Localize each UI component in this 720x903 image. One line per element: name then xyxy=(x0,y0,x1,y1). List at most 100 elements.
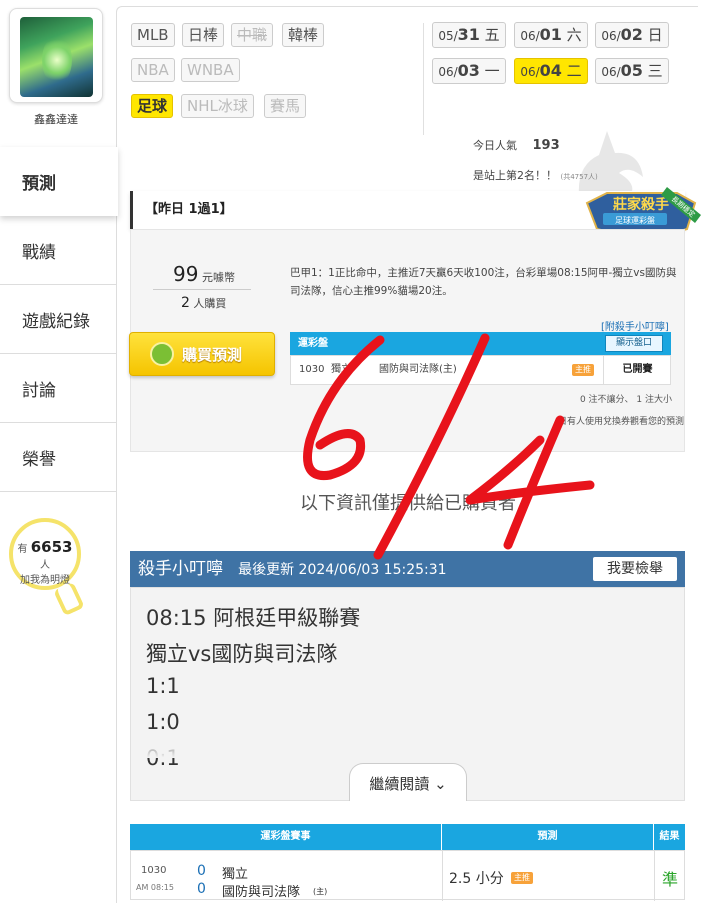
price-value: 99 xyxy=(173,262,199,286)
date-day: 04 xyxy=(539,61,562,80)
main-pick-tag: 主推 xyxy=(511,872,533,884)
username[interactable]: 鑫鑫達達 xyxy=(0,111,112,127)
date-tab-0603[interactable]: 06/03 一 xyxy=(432,58,506,84)
sport-tab-nba[interactable]: NBA xyxy=(131,58,175,82)
show-odds-button[interactable]: 顯示盤口 xyxy=(605,335,663,352)
report-button[interactable]: 我要檢舉 xyxy=(593,557,677,581)
divider xyxy=(654,851,655,901)
team-away: 獨立 xyxy=(331,364,351,375)
sidebar: 鑫鑫達達 預測 戰績 遊戲紀錄 討論 榮譽 有 6653 人 加我為明燈 xyxy=(0,0,118,903)
match-code: 1030 xyxy=(299,364,325,375)
match-code: 1030 xyxy=(141,865,167,876)
avatar[interactable] xyxy=(20,17,93,97)
date-day: 31 xyxy=(457,25,480,44)
popularity-rank-text: 是站上第2名！！ xyxy=(473,169,557,182)
col-match: 運彩盤賽事 xyxy=(260,831,311,842)
fans-count: 6653 xyxy=(30,538,73,556)
follow-lightbulb-button[interactable]: 有 6653 人 加我為明燈 xyxy=(9,518,81,590)
match-status: 已開賽 xyxy=(603,356,671,384)
date-weekday: 二 xyxy=(566,62,582,80)
date-tab-0605[interactable]: 06/05 三 xyxy=(595,58,669,84)
tips-line: 1:1 xyxy=(146,674,180,698)
results-table-header: 運彩盤賽事 預測 結果 xyxy=(130,824,685,850)
sidebar-item-game-log[interactable]: 遊戲紀錄 xyxy=(0,285,116,354)
sport-tab-cpbl[interactable]: 中職 xyxy=(231,23,274,47)
date-weekday: 五 xyxy=(484,26,500,44)
date-weekday: 三 xyxy=(647,62,663,80)
divider xyxy=(153,289,251,290)
popularity-total: (共4757人) xyxy=(560,173,598,181)
fans-caption: 加我為明燈 xyxy=(20,575,70,586)
buyers-unit: 人購買 xyxy=(193,297,227,310)
prediction-card: 99 元噱幣 2 人購買 購買預測 巴甲1：1正比命中，主推近7天贏6天收100… xyxy=(129,229,685,452)
popularity-today: 今日人氣 193 xyxy=(473,137,560,153)
badge-subtitle: 足球運彩盤 xyxy=(615,215,655,225)
pick-value: 2.5 小分 xyxy=(449,871,504,887)
date-month: 06/ xyxy=(520,65,540,79)
odds-summary: 0 注不讓分、 1 注大小 xyxy=(579,395,672,405)
buy-prediction-label: 購買預測 xyxy=(182,345,243,364)
date-weekday: 一 xyxy=(484,62,500,80)
sport-tab-kbo[interactable]: 韓棒 xyxy=(282,23,325,47)
buy-prediction-button[interactable]: 購買預測 xyxy=(129,332,275,376)
date-tab-0602[interactable]: 06/02 日 xyxy=(595,22,669,48)
col-result: 結果 xyxy=(653,824,685,850)
col-pick: 預測 xyxy=(441,824,653,850)
sidebar-item-discussion[interactable]: 討論 xyxy=(0,354,116,423)
sidebar-item-honor[interactable]: 榮譽 xyxy=(0,423,116,492)
sport-tab-wnba[interactable]: WNBA xyxy=(181,58,240,82)
score-home: 0 xyxy=(197,881,206,897)
read-more-button[interactable]: 繼續閱讀 ⌄ xyxy=(349,763,467,801)
sport-tab-soccer[interactable]: 足球 xyxy=(131,94,174,118)
tips-line: 獨立vs國防與司法隊 xyxy=(146,642,338,666)
fans-count-line: 有 6653 人 xyxy=(13,538,77,571)
date-tab-0531[interactable]: 05/31 五 xyxy=(432,22,506,48)
date-month: 06/ xyxy=(601,29,621,43)
date-day: 03 xyxy=(457,61,480,80)
sport-tab-npb[interactable]: 日棒 xyxy=(182,23,225,47)
date-day: 05 xyxy=(620,61,643,80)
fans-prefix: 有 xyxy=(17,544,28,555)
read-more-label: 繼續閱讀 xyxy=(369,775,430,793)
sport-tab-horse-racing[interactable]: 賽馬 xyxy=(264,94,307,118)
prediction-description: 巴甲1：1正比命中，主推近7天贏6天收100注，台彩單場08:15阿甲-獨立vs… xyxy=(290,267,677,297)
sport-tab-nhl[interactable]: NHL冰球 xyxy=(181,94,254,118)
popularity-rank: 是站上第2名！！ (共4757人) xyxy=(473,167,598,183)
result-value: 準 xyxy=(662,870,679,889)
date-tab-0604[interactable]: 06/04 二 xyxy=(514,58,588,84)
date-weekday: 六 xyxy=(566,26,582,44)
home-mark: (主) xyxy=(313,887,328,896)
coin-icon xyxy=(150,342,174,366)
popularity-value: 193 xyxy=(532,138,560,153)
score-away: 0 xyxy=(197,863,206,879)
date-day: 01 xyxy=(539,25,562,44)
odds-table-header: 運彩盤 顯示盤口 xyxy=(290,332,671,355)
tip-link[interactable]: [附殺手小叮嚀] xyxy=(601,318,669,333)
team-away: 獨立 xyxy=(222,867,249,882)
buyers-count: 2 xyxy=(181,295,190,311)
main-pick-tag: 主推 xyxy=(572,364,594,376)
tips-fade xyxy=(131,728,684,758)
tips-updated: 最後更新 2024/06/03 15:25:31 xyxy=(238,562,447,578)
badge-title: 莊家殺手 xyxy=(613,196,669,213)
team-home: 國防與司法隊(主) xyxy=(379,364,457,375)
odds-row: 1030 獨立 國防與司法隊(主) 主推 已開賽 xyxy=(290,355,671,385)
divider xyxy=(442,851,443,901)
buyers: 2 人購買 xyxy=(181,295,226,311)
purchase-notice: 以下資訊僅提供給已購買者 xyxy=(300,493,516,514)
fans-suffix: 人 xyxy=(40,560,50,571)
sidebar-item-record[interactable]: 戰績 xyxy=(0,216,116,285)
sport-tab-mlb[interactable]: MLB xyxy=(131,23,175,47)
avatar-card[interactable] xyxy=(9,8,103,103)
sidebar-item-predict[interactable]: 預測 xyxy=(0,147,118,216)
chevron-down-icon: ⌄ xyxy=(434,775,447,793)
date-month: 05/ xyxy=(438,29,458,43)
team-home: 國防與司法隊 xyxy=(222,885,301,900)
price-unit: 元噱幣 xyxy=(201,271,235,284)
date-day: 02 xyxy=(620,25,643,44)
table-row: 1030 AM 08:15 0 獨立 0 國防與司法隊 (主) 2.5 小分 主… xyxy=(130,850,685,901)
popularity-label: 今日人氣 xyxy=(473,139,517,152)
date-tab-0601[interactable]: 06/01 六 xyxy=(514,22,588,48)
odds-header-label: 運彩盤 xyxy=(298,338,328,349)
price: 99 元噱幣 xyxy=(173,262,235,286)
